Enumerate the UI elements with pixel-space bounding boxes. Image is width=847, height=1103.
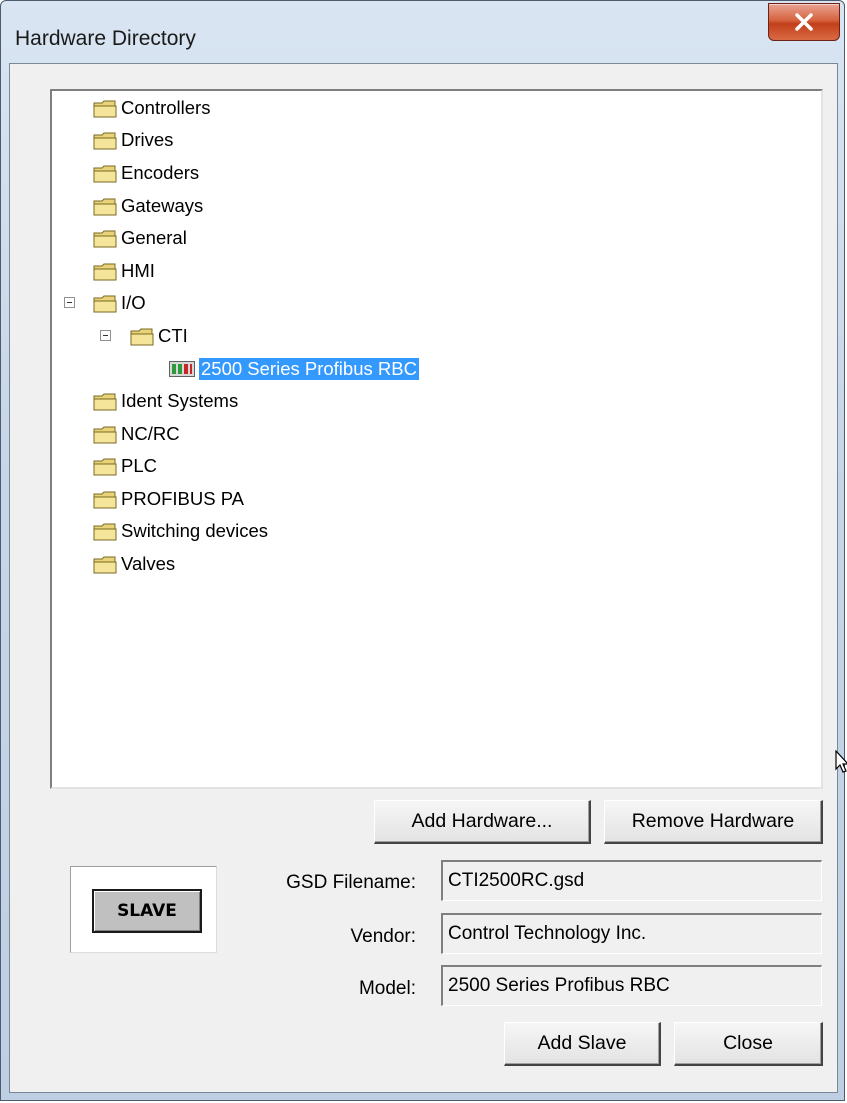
tree-item-label: Valves: [121, 553, 176, 574]
mouse-pointer-icon: [835, 750, 847, 773]
tree-item-gateways[interactable]: Gateways: [93, 191, 203, 221]
tree-item-cti[interactable]: CTI: [130, 321, 188, 351]
tree-item-label: CTI: [158, 325, 188, 346]
collapse-cti-toggle[interactable]: [100, 330, 111, 341]
folder-icon: [93, 491, 117, 508]
folder-icon: [93, 230, 117, 247]
window-title: Hardware Directory: [15, 27, 196, 50]
folder-icon: [93, 295, 117, 312]
folder-icon: [93, 263, 117, 280]
gsd-filename-field[interactable]: CTI2500RC.gsd: [441, 860, 822, 901]
dialog-client-area: Controllers Drives Encoders Gateways Gen…: [9, 63, 838, 1093]
add-hardware-button[interactable]: Add Hardware...: [374, 800, 591, 844]
tree-item-label: Gateways: [121, 195, 204, 216]
tree-item-2500-series-profibus-rbc[interactable]: 2500 Series Profibus RBC: [169, 354, 419, 384]
slave-button[interactable]: SLAVE: [92, 889, 202, 933]
folder-icon: [93, 393, 117, 410]
tree-item-controllers[interactable]: Controllers: [93, 93, 210, 123]
hardware-directory-window: Hardware Directory Controllers Drives En…: [0, 0, 845, 1101]
remove-hardware-button[interactable]: Remove Hardware: [604, 800, 823, 844]
tree-item-plc[interactable]: PLC: [93, 451, 157, 481]
device-module-icon: [169, 361, 195, 377]
model-label: Model:: [358, 978, 416, 999]
collapse-io-toggle[interactable]: [64, 297, 75, 308]
tree-item-io[interactable]: I/O: [93, 288, 146, 318]
close-window-button[interactable]: [768, 3, 840, 41]
add-slave-button[interactable]: Add Slave: [504, 1022, 661, 1066]
tree-item-label: Switching devices: [121, 520, 269, 541]
tree-item-label: I/O: [121, 292, 146, 313]
title-bar[interactable]: Hardware Directory: [1, 1, 844, 63]
gsd-filename-label: GSD Filename:: [286, 872, 416, 893]
tree-item-label: General: [121, 227, 187, 248]
tree-item-label-selected: 2500 Series Profibus RBC: [199, 358, 419, 380]
tree-item-label: Drives: [121, 129, 174, 150]
close-button[interactable]: Close: [674, 1022, 823, 1066]
close-x-icon: [795, 13, 813, 31]
tree-item-switching-devices[interactable]: Switching devices: [93, 516, 268, 546]
folder-icon: [93, 556, 117, 573]
folder-icon: [93, 426, 117, 443]
tree-item-hmi[interactable]: HMI: [93, 256, 155, 286]
folder-icon: [93, 132, 117, 149]
tree-item-valves[interactable]: Valves: [93, 549, 175, 579]
folder-icon: [93, 165, 117, 182]
tree-item-nc-rc[interactable]: NC/RC: [93, 419, 180, 449]
vendor-label: Vendor:: [350, 926, 417, 947]
tree-item-ident-systems[interactable]: Ident Systems: [93, 386, 238, 416]
tree-item-general[interactable]: General: [93, 223, 187, 253]
tree-item-label: NC/RC: [121, 423, 180, 444]
model-field[interactable]: 2500 Series Profibus RBC: [441, 965, 822, 1006]
folder-icon: [93, 100, 117, 117]
tree-item-label: Ident Systems: [121, 390, 239, 411]
tree-item-label: PLC: [121, 455, 157, 476]
folder-icon: [130, 328, 154, 345]
folder-icon: [93, 523, 117, 540]
tree-item-label: Encoders: [121, 162, 200, 183]
tree-item-drives[interactable]: Drives: [93, 125, 173, 155]
hardware-tree[interactable]: Controllers Drives Encoders Gateways Gen…: [50, 89, 823, 789]
tree-item-profibus-pa[interactable]: PROFIBUS PA: [93, 484, 244, 514]
vendor-field[interactable]: Control Technology Inc.: [441, 913, 822, 954]
folder-icon: [93, 458, 117, 475]
tree-item-encoders[interactable]: Encoders: [93, 158, 199, 188]
folder-icon: [93, 198, 117, 215]
tree-item-label: PROFIBUS PA: [121, 488, 245, 509]
tree-item-label: Controllers: [121, 97, 211, 118]
tree-item-label: HMI: [121, 260, 155, 281]
slave-indicator-panel: SLAVE: [70, 866, 217, 953]
